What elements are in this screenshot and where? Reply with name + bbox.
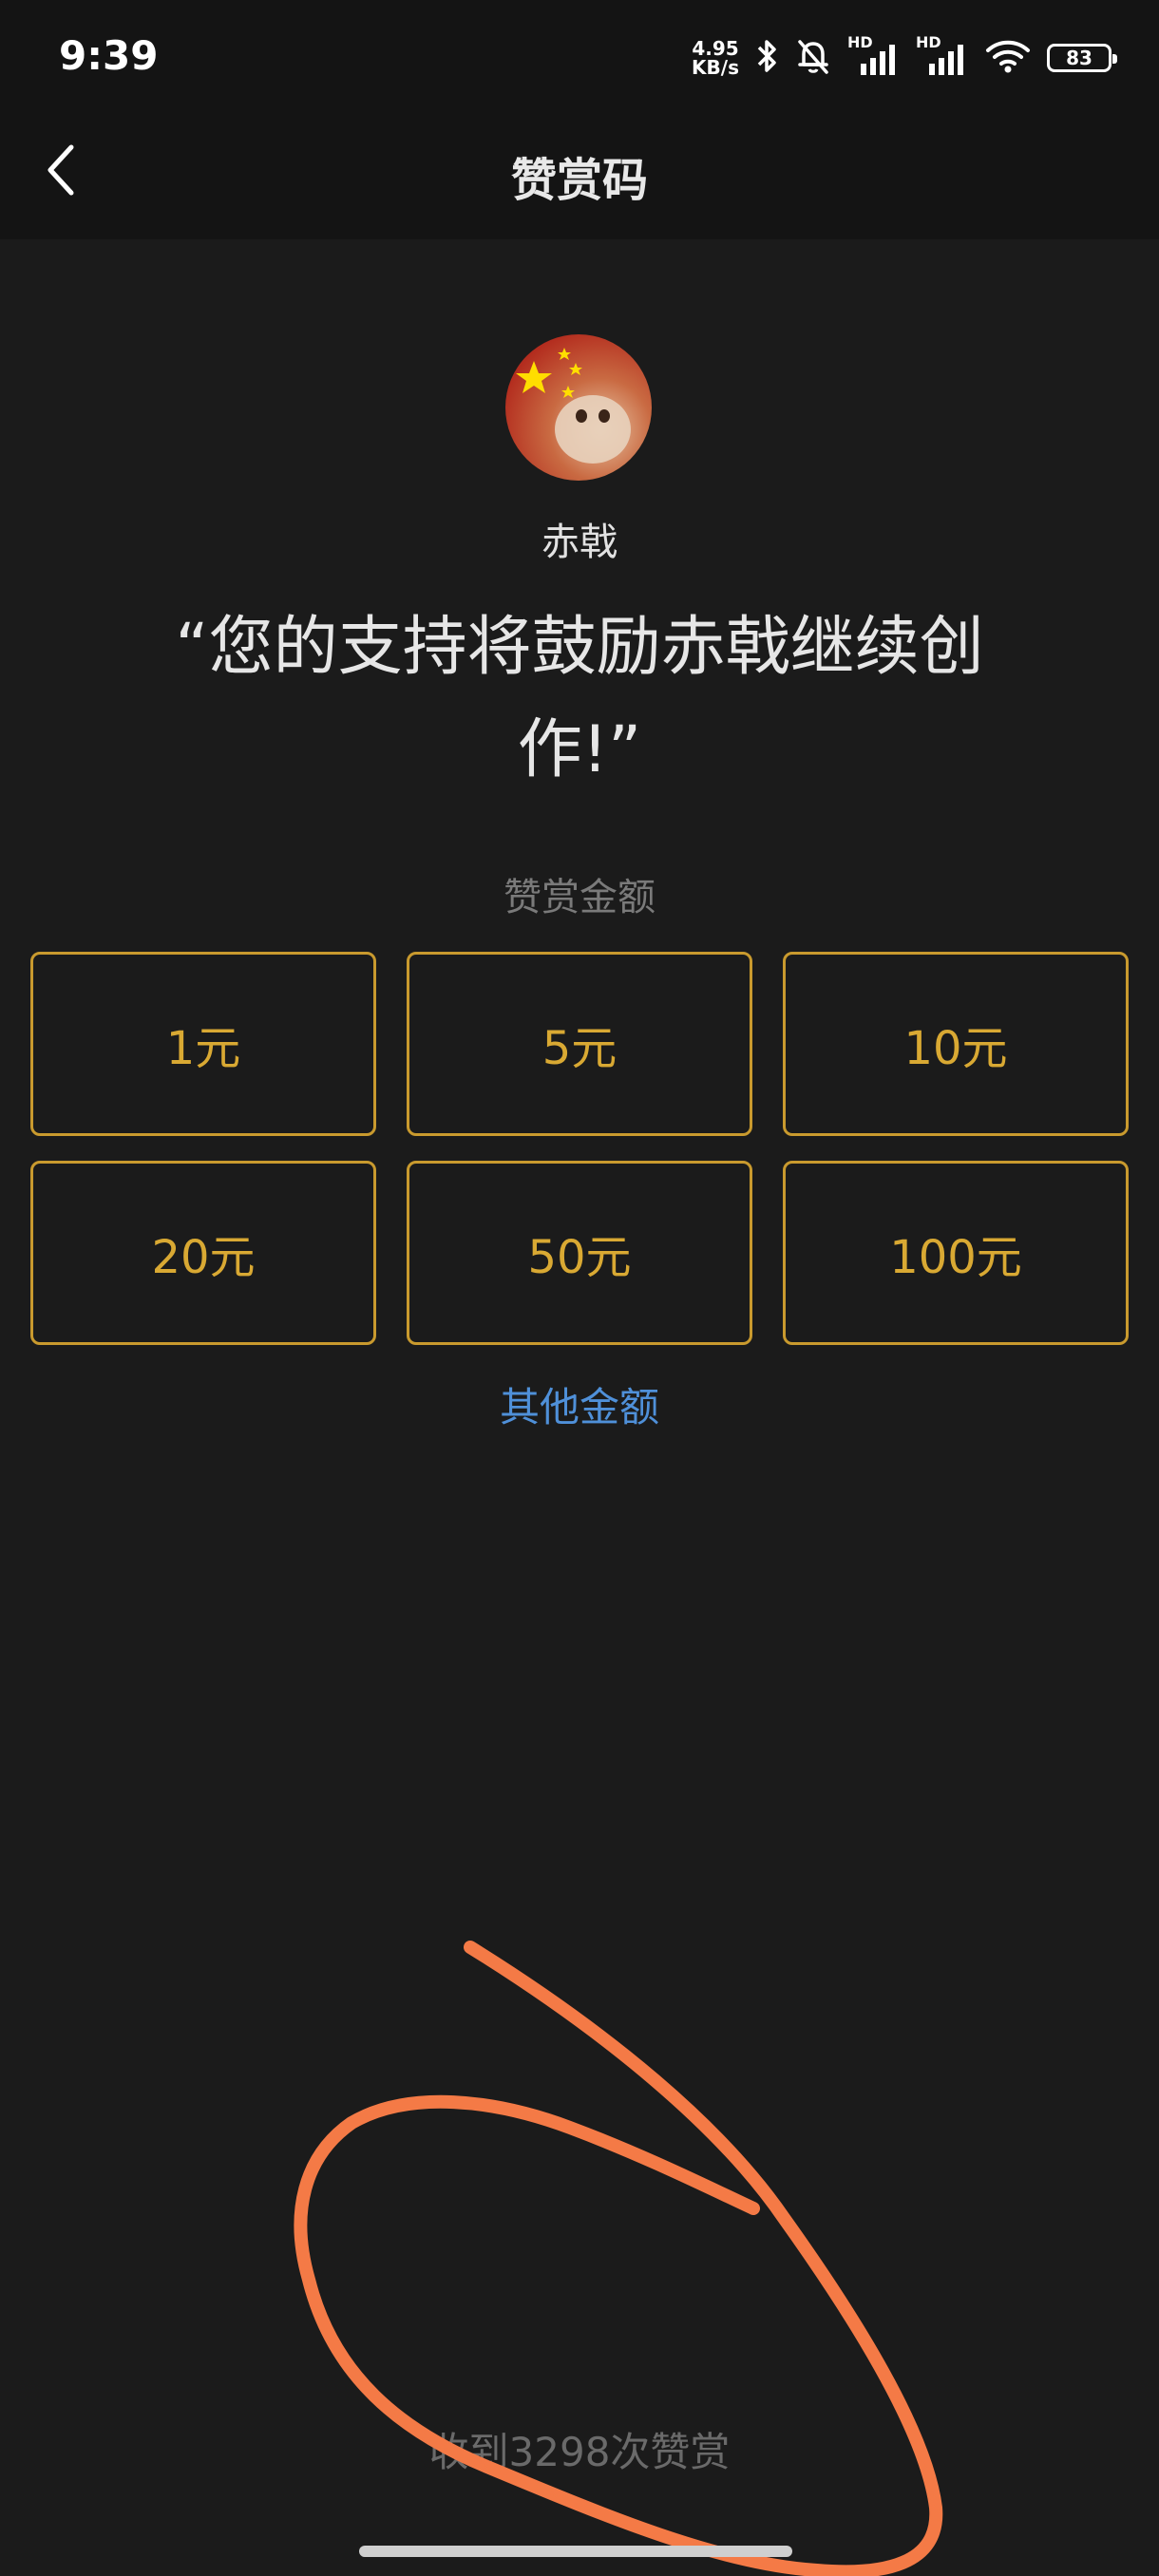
amount-button-5[interactable]: 5元: [407, 952, 752, 1136]
reward-count: 收到3298次赞赏: [428, 2429, 731, 2475]
network-speed-unit: KB/s: [692, 56, 739, 79]
amount-label: 赞赏金额: [504, 876, 656, 919]
signal-icon: HD: [916, 33, 969, 77]
amount-button-10[interactable]: 10元: [783, 952, 1129, 1136]
status-icons: 4.95 KB/s HD HD 83: [692, 33, 1117, 82]
home-indicator[interactable]: [359, 2546, 792, 2557]
status-time: 9:39: [59, 32, 159, 79]
other-amount-link[interactable]: 其他金额: [0, 1375, 1159, 1433]
support-quote: “您的支持将鼓励赤戟继续创作!”: [175, 610, 984, 787]
wifi-icon: [984, 37, 1032, 79]
amount-button-1[interactable]: 1元: [30, 952, 376, 1136]
amount-button-100[interactable]: 100元: [783, 1161, 1129, 1345]
amount-options: 1元 5元 10元 20元 50元 100元: [30, 952, 1129, 1345]
status-bar: 9:39 4.95 KB/s HD HD 83: [0, 0, 1159, 104]
mute-bell-icon: [794, 36, 832, 80]
bluetooth-icon: [754, 37, 779, 79]
battery-level: 83: [1066, 47, 1092, 69]
amount-button-20[interactable]: 20元: [30, 1161, 376, 1345]
nav-bar: 赞赏码: [0, 104, 1159, 239]
avatar: [505, 334, 652, 481]
signal-icon: HD: [847, 33, 901, 77]
network-speed: 4.95 KB/s: [692, 39, 739, 77]
network-speed-value: 4.95: [692, 37, 739, 60]
reward-code-screen: 9:39 4.95 KB/s HD HD 83 赞赏码 赤戟 “您的支持将鼓励赤…: [0, 0, 1159, 2576]
author-name: 赤戟: [542, 521, 618, 564]
page-title: 赞赏码: [510, 154, 648, 207]
amount-button-50[interactable]: 50元: [407, 1161, 752, 1345]
battery-icon: 83: [1047, 44, 1117, 72]
